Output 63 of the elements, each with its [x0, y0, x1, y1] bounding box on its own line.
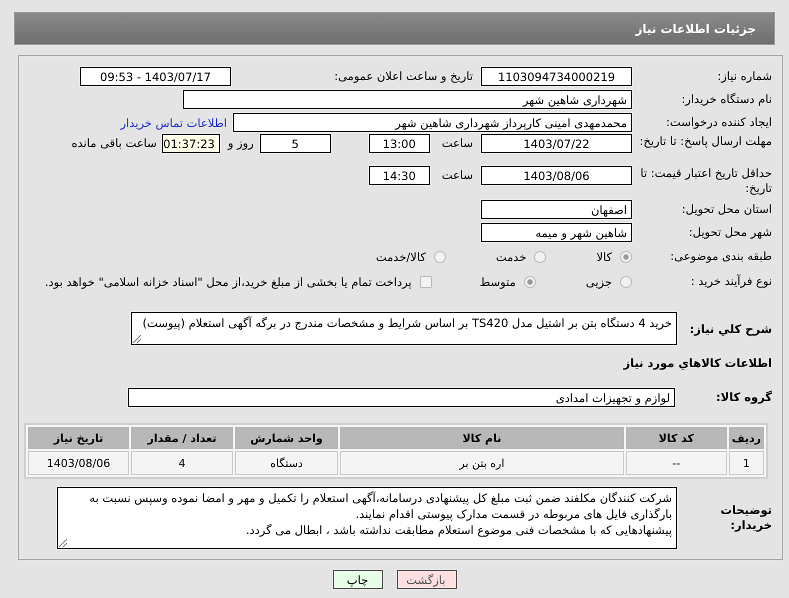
field-label: ایجاد کننده درخواست: — [665, 115, 772, 130]
field-label: شرح كلي نياز: — [688, 321, 772, 337]
column-header: ردیف — [728, 427, 764, 449]
buyer-field: شهرداری شاهین شهر — [183, 90, 632, 109]
date-field: 1403/08/06 — [481, 166, 632, 185]
requester-field: محمدمهدی امینی کارپرداز شهرداری شاهین شهر — [233, 113, 632, 132]
column-header: نام کالا — [340, 427, 624, 449]
section-heading: اطلاعات كالاهاي مورد نياز — [622, 355, 772, 372]
field-label: تاریخ و ساعت اعلان عمومی: — [333, 68, 473, 85]
radio-button[interactable] — [434, 250, 446, 262]
radio-label: جزیی — [586, 274, 612, 288]
field-label: توضیحات خریدار: — [720, 503, 772, 533]
radio-label: کالا/خدمت — [376, 250, 426, 264]
table-cell: -- — [626, 451, 727, 475]
resize-grip-icon — [133, 335, 141, 343]
field-label: روز و — [228, 135, 254, 152]
description-box: خرید 4 دستگاه بتن بر اشتیل مدل TS420 بر اساس شرایط و مشخصات مندرج در برگه آگهی استعلام (پیوست) — [131, 312, 677, 345]
column-header: تعداد / مقدار — [131, 427, 233, 449]
radio-button[interactable] — [620, 250, 632, 262]
table-cell: 4 — [131, 451, 233, 475]
radio-button[interactable] — [620, 276, 632, 288]
field-label: ساعت — [442, 135, 473, 152]
table-cell: 1 — [728, 451, 764, 475]
radio-label: متوسط — [480, 274, 516, 288]
column-header: کد کالا — [626, 427, 727, 449]
buyer-contact-link[interactable]: اطلاعات تماس خریدار — [120, 116, 227, 130]
field-label: استان محل تحویل: — [680, 202, 772, 217]
date-field: 1403/07/22 — [481, 134, 632, 153]
remaining-time-field: 01:37:23 — [162, 134, 220, 153]
checkbox[interactable] — [420, 276, 432, 288]
column-header: تاریخ نیاز — [28, 427, 129, 449]
table-cell: 1403/08/06 — [28, 451, 129, 475]
days-field: 5 — [260, 134, 331, 153]
resize-grip-icon — [59, 539, 67, 547]
field-label: طبقه بندی موضوعی: — [669, 249, 772, 264]
time-field: 14:30 — [368, 166, 430, 185]
checkbox-label: پرداخت تمام یا بخشی از مبلغ خرید،از محل "اسناد خزانه اسلامی" خواهد بود. — [44, 274, 412, 288]
time-field: 13:00 — [368, 134, 430, 153]
need-number-field: 1103094734000219 — [481, 67, 632, 86]
field-label: مهلت ارسال پاسخ: تا تاریخ: — [638, 134, 772, 149]
radio-button[interactable] — [524, 276, 536, 288]
radio-label: خدمت — [496, 250, 526, 264]
radio-label: کالا — [596, 250, 612, 264]
action-button[interactable]: چاپ — [332, 570, 382, 589]
radio-button[interactable] — [534, 250, 546, 262]
province-field: اصفهان — [481, 200, 632, 219]
announce-date-field: 1403/07/17 - 09:53 — [80, 67, 231, 86]
table-cell: اره بتن بر — [340, 451, 624, 475]
field-label: حداقل تاریخ اعتبار قیمت: تا تاریخ: — [639, 166, 772, 196]
table-cell: دستگاه — [235, 451, 338, 475]
field-label: شهر محل تحویل: — [688, 225, 772, 240]
field-label: نام دستگاه خریدار: — [680, 92, 772, 107]
page-title: جزئیات اطلاعات نیاز — [635, 22, 756, 36]
buyer-notes-box: شرکت کنندگان مکلفند ضمن ثبت مبلغ کل پیشنهادی درسامانه،آگهی استعلام را تکمیل و مهر و امضا نموده وسپس نسبت به بارگذاری فایل های مربوطه در قسمت مدارک پیوستی اقدام نمایند. پیشنهادهایی که با مشخصات فنی موضوع استعلام مطابقت نداشته باشد ، ابطال می گردد. — [57, 487, 677, 549]
goods-group-field: لوازم و تجهیزات امدادی — [128, 388, 675, 406]
column-header: واحد شمارش — [235, 427, 338, 449]
field-label: شماره نیاز: — [716, 69, 772, 84]
field-label: گروه کالا: — [715, 390, 772, 404]
action-button[interactable]: بازگشت — [396, 570, 456, 589]
field-label: ساعت باقی مانده — [72, 135, 157, 152]
field-label: نوع فرآیند خرید : — [690, 274, 772, 289]
field-label: ساعت — [442, 167, 473, 184]
city-field: شاهین شهر و میمه — [481, 223, 632, 242]
